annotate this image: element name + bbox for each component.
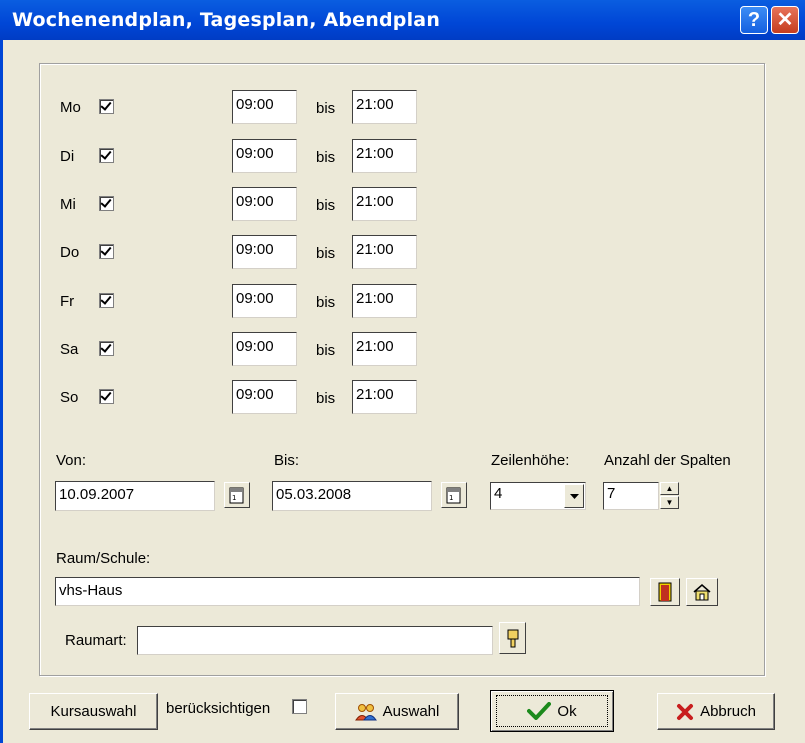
bis-text: bis — [316, 245, 336, 262]
raumart-select-button[interactable] — [499, 622, 526, 654]
time-from-input[interactable]: 09:00 — [232, 139, 297, 173]
bis-date-input[interactable]: 05.03.2008 — [272, 481, 432, 511]
bis-text: bis — [316, 100, 336, 117]
time-to-input[interactable]: 21:00 — [352, 380, 417, 414]
zeilenhoehe-label: Zeilenhöhe: — [491, 452, 570, 469]
day-label: Mo — [60, 99, 81, 116]
beruecksichtigen-checkbox[interactable] — [292, 699, 307, 714]
title-bar: Wochenendplan, Tagesplan, Abendplan ? ✕ — [0, 0, 805, 40]
svg-text:1: 1 — [232, 494, 236, 502]
auswahl-label: Auswahl — [382, 703, 440, 720]
day-label: So — [60, 389, 79, 406]
raumart-input[interactable] — [137, 626, 493, 655]
kursauswahl-button[interactable]: Kursauswahl — [29, 693, 158, 730]
day-checkbox[interactable] — [99, 99, 114, 114]
spin-up-icon[interactable]: ▲ — [660, 482, 679, 495]
spalten-label: Anzahl der Spalten — [604, 452, 731, 469]
raumart-label: Raumart: — [65, 632, 127, 649]
day-checkbox[interactable] — [99, 148, 114, 163]
bis-label: Bis: — [274, 452, 300, 469]
beruecksichtigen-label: berücksichtigen — [166, 700, 271, 717]
time-to-input[interactable]: 21:00 — [352, 284, 417, 318]
cancel-x-icon — [677, 703, 694, 720]
pointing-hand-icon — [507, 629, 518, 648]
chevron-down-icon — [569, 493, 579, 499]
day-label: Fr — [60, 293, 75, 310]
house-icon — [693, 584, 711, 601]
day-label: Do — [60, 244, 80, 261]
von-date-input[interactable]: 10.09.2007 — [55, 481, 215, 511]
auswahl-button[interactable]: Auswahl — [335, 693, 459, 730]
time-from-input[interactable]: 09:00 — [232, 380, 297, 414]
bis-calendar-button[interactable]: 1 — [441, 482, 467, 508]
abbruch-label: Abbruch — [700, 703, 756, 720]
day-checkbox[interactable] — [99, 293, 114, 308]
spalten-input[interactable]: 7 — [603, 482, 659, 510]
close-button[interactable]: ✕ — [771, 6, 799, 34]
zeilenhoehe-dropdown-button[interactable] — [564, 484, 584, 508]
people-icon — [354, 703, 377, 720]
von-calendar-button[interactable]: 1 — [224, 482, 250, 508]
window-frame — [0, 40, 3, 743]
calendar-icon: 1 — [446, 487, 461, 504]
bis-text: bis — [316, 149, 336, 166]
window-title: Wochenendplan, Tagesplan, Abendplan — [12, 9, 441, 31]
calendar-icon: 1 — [229, 487, 244, 504]
day-checkbox[interactable] — [99, 389, 114, 404]
raum-input[interactable]: vhs-Haus — [55, 577, 640, 606]
time-to-input[interactable]: 21:00 — [352, 187, 417, 221]
focus-rect — [496, 695, 608, 727]
day-checkbox[interactable] — [99, 244, 114, 259]
ok-button[interactable]: Ok — [490, 690, 614, 732]
time-from-input[interactable]: 09:00 — [232, 284, 297, 318]
time-from-input[interactable]: 09:00 — [232, 90, 297, 124]
svg-text:1: 1 — [449, 494, 453, 502]
time-from-input[interactable]: 09:00 — [232, 187, 297, 221]
spalten-spinner[interactable]: ▲ ▼ — [660, 482, 679, 510]
room-select-button[interactable] — [650, 578, 680, 606]
abbruch-button[interactable]: Abbruch — [657, 693, 775, 730]
school-select-button[interactable] — [686, 578, 718, 606]
day-checkbox[interactable] — [99, 196, 114, 211]
bis-text: bis — [316, 197, 336, 214]
time-to-input[interactable]: 21:00 — [352, 90, 417, 124]
spin-down-icon[interactable]: ▼ — [660, 496, 679, 509]
door-icon — [658, 582, 672, 602]
time-from-input[interactable]: 09:00 — [232, 332, 297, 366]
day-label: Sa — [60, 341, 79, 358]
raum-label: Raum/Schule: — [56, 550, 151, 567]
time-to-input[interactable]: 21:00 — [352, 235, 417, 269]
time-from-input[interactable]: 09:00 — [232, 235, 297, 269]
bis-text: bis — [316, 390, 336, 407]
bis-text: bis — [316, 342, 336, 359]
time-to-input[interactable]: 21:00 — [352, 332, 417, 366]
time-to-input[interactable]: 21:00 — [352, 139, 417, 173]
bis-text: bis — [316, 294, 336, 311]
day-label: Mi — [60, 196, 76, 213]
help-button[interactable]: ? — [740, 6, 768, 34]
day-label: Di — [60, 148, 75, 165]
von-label: Von: — [56, 452, 87, 469]
day-checkbox[interactable] — [99, 341, 114, 356]
